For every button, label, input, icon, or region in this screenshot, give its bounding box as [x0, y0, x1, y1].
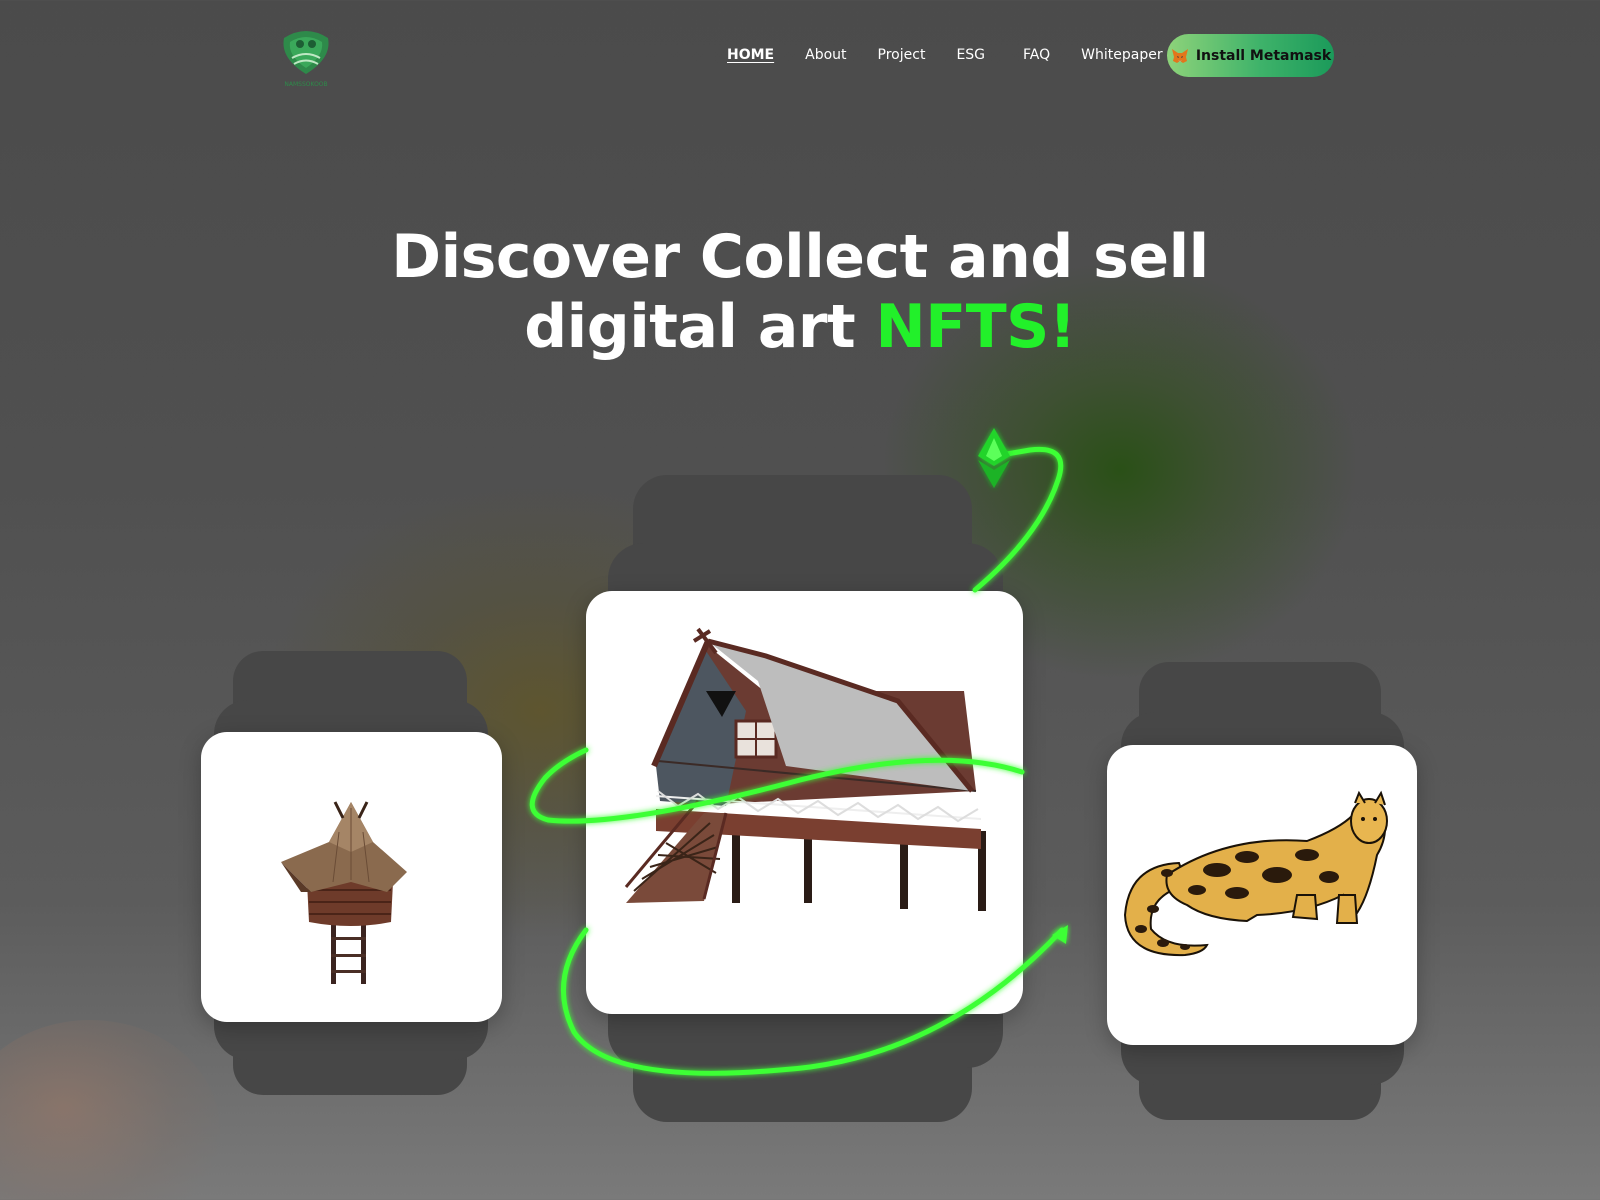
ethereum-icon — [978, 428, 1010, 488]
nav-project[interactable]: Project — [878, 47, 926, 63]
nav-esg[interactable]: ESG — [956, 47, 985, 63]
hero-headline: Discover Collect and sell digital art NF… — [0, 222, 1600, 362]
hero-line-1: Discover Collect and sell — [391, 222, 1209, 292]
clouded-leopard-image — [1123, 790, 1388, 957]
nft-card-clouded-leopard[interactable] — [1107, 745, 1417, 1045]
stilt-hut-image — [281, 801, 407, 984]
metamask-fox-icon — [1170, 46, 1190, 66]
stilt-house-image — [624, 627, 986, 911]
logo-text: NAMSSOKOOB — [284, 81, 327, 88]
nav-whitepaper[interactable]: Whitepaper — [1081, 47, 1162, 63]
background-blur-shape — [0, 1020, 220, 1200]
nav-faq[interactable]: FAQ — [1023, 47, 1050, 63]
install-metamask-label: Install Metamask — [1195, 47, 1332, 64]
site-logo[interactable]: NAMSSOKOOB — [278, 24, 334, 90]
nft-card-stilt-house[interactable] — [586, 591, 1023, 1014]
nav-about[interactable]: About — [805, 47, 846, 63]
nft-card-stilt-hut[interactable] — [201, 732, 502, 1022]
hero-line-2-accent: NFTS! — [875, 292, 1077, 362]
main-nav: HOME About Project ESG FAQ Whitepaper — [727, 47, 1194, 63]
nav-home[interactable]: HOME — [727, 47, 774, 63]
hero-line-2-prefix: digital art — [524, 292, 876, 362]
install-metamask-button[interactable]: Install Metamask — [1167, 34, 1334, 77]
